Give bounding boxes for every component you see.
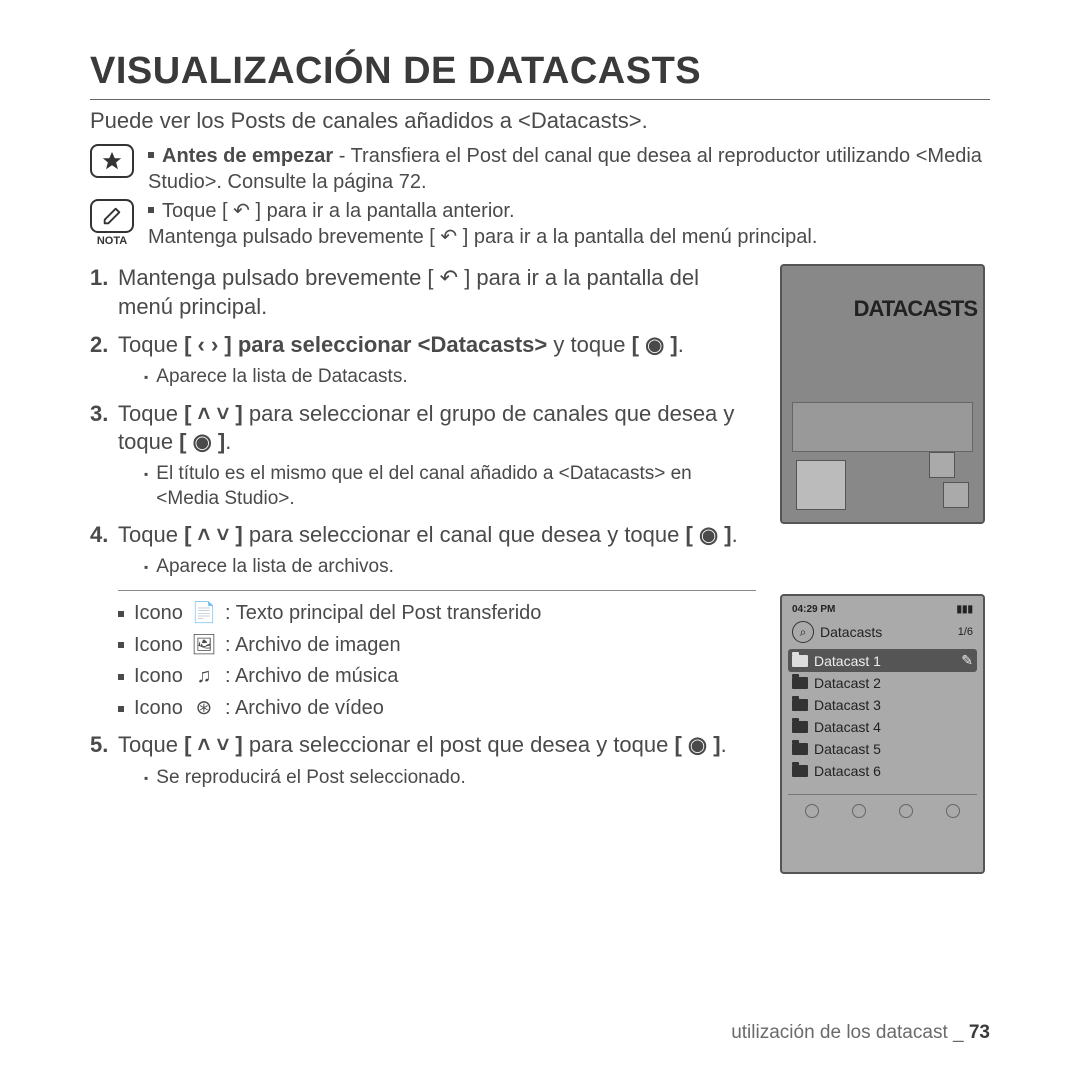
- folder-icon: [792, 699, 808, 711]
- list-item: Datacast 1✎: [788, 649, 977, 672]
- step-2-sub: Aparece la lista de Datacasts.: [144, 365, 756, 390]
- list-item: Datacast 6: [788, 760, 977, 782]
- folder-icon: [792, 765, 808, 777]
- text-file-icon: 📄: [191, 601, 217, 627]
- music-file-icon: ♫: [191, 664, 217, 690]
- ok-icon: [ ◉ ]: [179, 429, 225, 454]
- ok-icon: [ ◉ ]: [674, 732, 720, 757]
- nota-label: NOTA: [90, 235, 134, 247]
- note2a: Toque [ ↶ ] para ir a la pantalla anteri…: [162, 200, 515, 222]
- note1-bold: Antes de empezar: [162, 145, 333, 167]
- step-2: Toque [ ‹ › ] para seleccionar <Datacast…: [90, 331, 756, 390]
- folder-icon: [792, 743, 808, 755]
- icon-legend: Icono📄: Texto principal del Post transfe…: [118, 590, 756, 721]
- before-start-note: Antes de empezar - Transfiera el Post de…: [90, 144, 990, 195]
- folder-icon: [792, 721, 808, 733]
- device-count: 1/6: [958, 626, 973, 638]
- updown-icon: [ ˄ ˅ ]: [184, 401, 243, 426]
- search-icon: ⌕: [792, 621, 814, 643]
- list-item: Datacast 5: [788, 738, 977, 760]
- nota-row: NOTA Toque [ ↶ ] para ir a la pantalla a…: [90, 199, 990, 250]
- note2b: Mantenga pulsado brevemente [ ↶ ] para i…: [148, 225, 817, 251]
- star-icon: [90, 144, 134, 178]
- list-item: Datacast 2: [788, 672, 977, 694]
- folder-icon: [792, 677, 808, 689]
- battery-icon: ▮▮▮: [956, 604, 973, 615]
- ok-icon: [ ◉ ]: [686, 522, 732, 547]
- video-file-icon: ⊛: [191, 696, 217, 722]
- page-title: VISUALIZACIÓN DE DATACASTS: [90, 50, 990, 100]
- step-5-sub: Se reproducirá el Post seleccionado.: [144, 766, 756, 791]
- device-bottom-controls: [788, 794, 977, 826]
- pencil-icon: [90, 199, 134, 233]
- device-list-title: Datacasts: [820, 624, 882, 640]
- device-screenshot-list: 04:29 PM ▮▮▮ ⌕ Datacasts 1/6 Datacast 1✎ D…: [780, 594, 985, 874]
- device-banner: DATACASTS: [854, 296, 977, 322]
- step-5: Toque [ ˄ ˅ ] para seleccionar el post q…: [90, 731, 756, 790]
- leftright-icon: [ ‹ › ]: [184, 332, 232, 357]
- device-screenshot-menu: DATACASTS: [780, 264, 985, 524]
- step-3-sub: El título es el mismo que el del canal a…: [144, 462, 756, 511]
- list-item: Datacast 3: [788, 694, 977, 716]
- page-footer: utilización de los datacast _ 73: [731, 1022, 990, 1044]
- list-item: Datacast 4: [788, 716, 977, 738]
- step-1: Mantenga pulsado brevemente [ ↶ ] para i…: [90, 264, 756, 320]
- updown-icon: [ ˄ ˅ ]: [184, 732, 243, 757]
- step-4: Toque [ ˄ ˅ ] para seleccionar el canal …: [90, 521, 756, 721]
- step-3: Toque [ ˄ ˅ ] para seleccionar el grupo …: [90, 400, 756, 512]
- step-4-sub: Aparece la lista de archivos.: [144, 555, 756, 580]
- intro-text: Puede ver los Posts de canales añadidos …: [90, 108, 990, 134]
- tool-icon: ✎: [961, 652, 973, 669]
- image-file-icon: 🖼: [191, 633, 217, 659]
- ok-icon: [ ◉ ]: [632, 332, 678, 357]
- device-time: 04:29 PM: [792, 604, 835, 615]
- folder-icon: [792, 655, 808, 667]
- updown-icon: [ ˄ ˅ ]: [184, 522, 243, 547]
